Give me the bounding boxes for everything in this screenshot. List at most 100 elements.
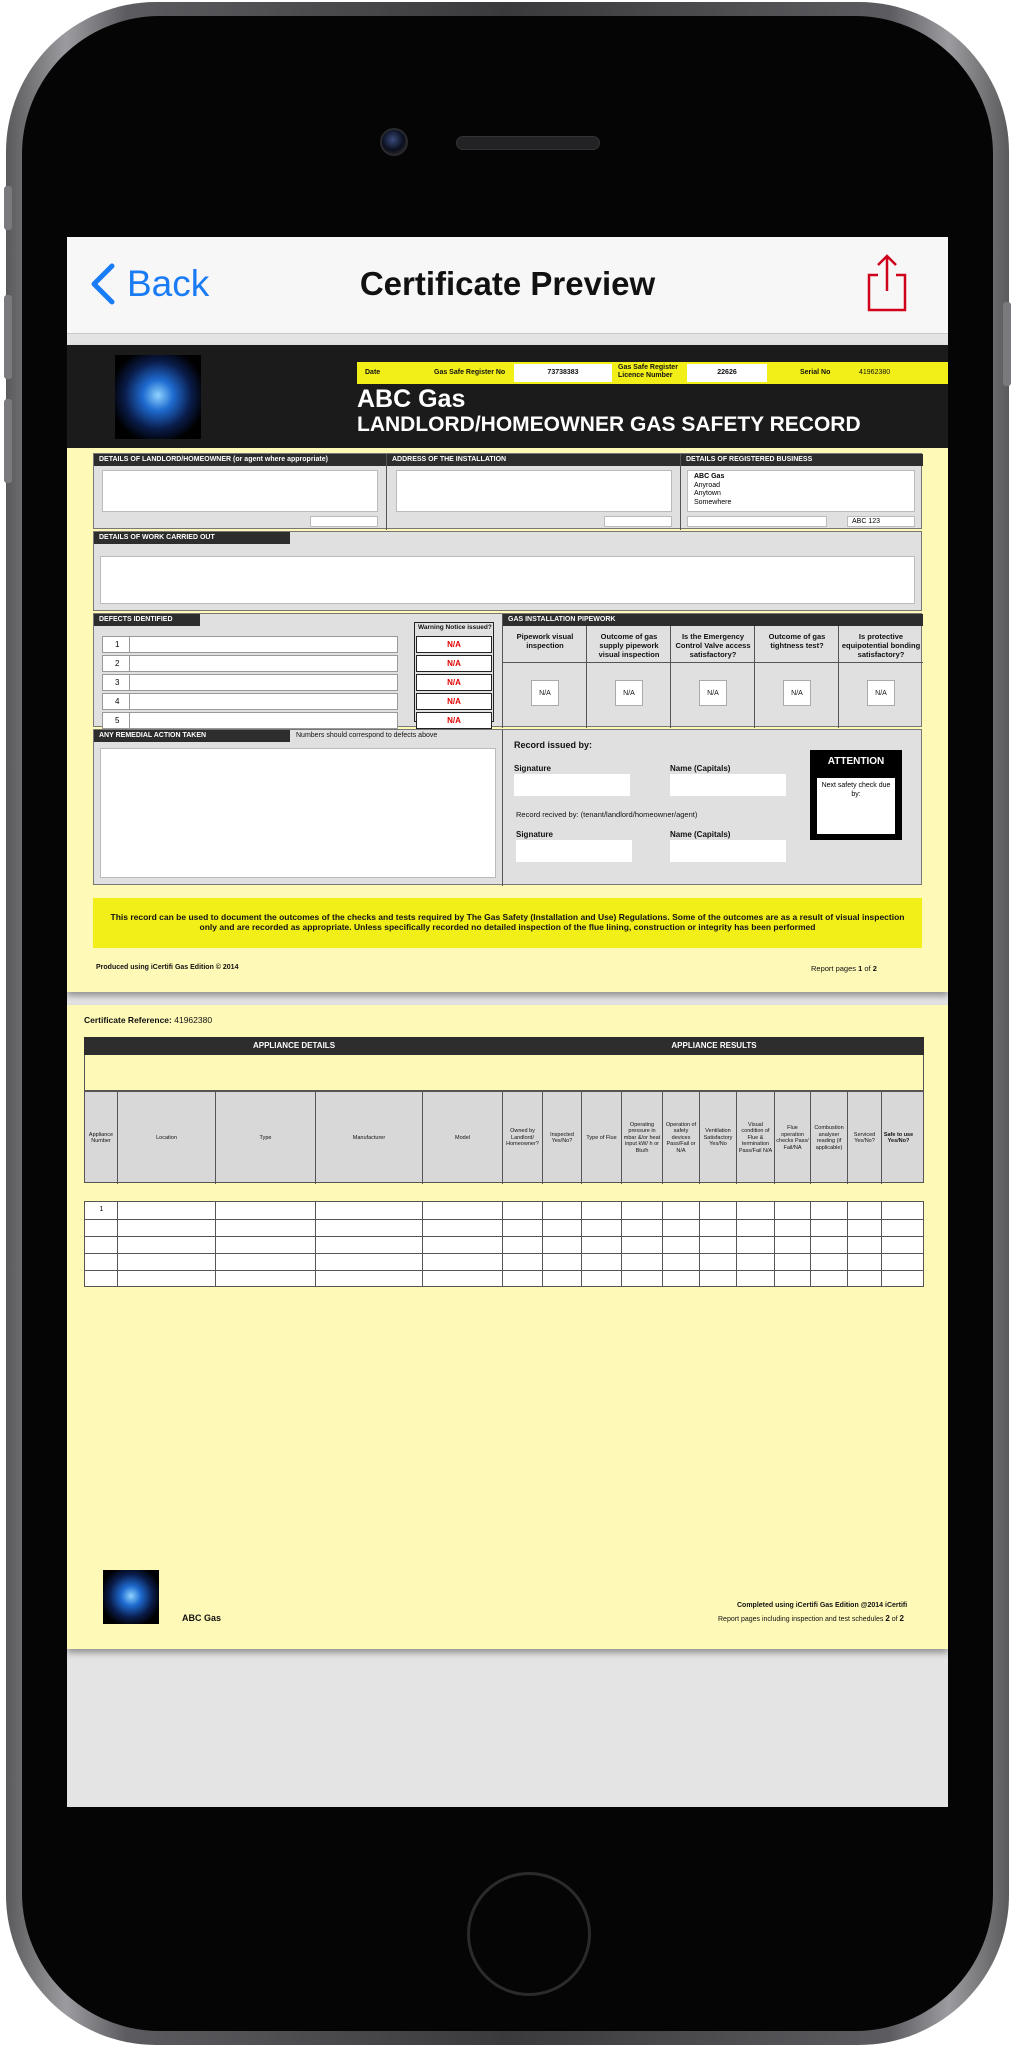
pipework-answer[interactable]: N/A — [699, 680, 727, 706]
table-row[interactable] — [85, 1236, 923, 1253]
attention-title: ATTENTION — [827, 756, 885, 767]
completed-text: Completed using iCertifi Gas Edition @20… — [737, 1602, 908, 1609]
column-header: Type of Flue — [582, 1092, 622, 1184]
pipework-answer[interactable]: N/A — [783, 680, 811, 706]
pipework-question: Outcome of gas supply pipework visual in… — [598, 632, 660, 659]
cert-ref-label: Certificate Reference: — [84, 1015, 172, 1025]
table-row[interactable] — [85, 1219, 923, 1236]
pipework-column: Is protective equipotential bonding sati… — [839, 626, 923, 728]
defects-section: DEFECTS IDENTIFIED 1 2 3 4 5 Warning Notice … — [93, 613, 923, 729]
column-header: Combustion analyser reading (if applicab… — [811, 1092, 848, 1184]
serial-label: Serial No — [800, 369, 831, 376]
signature2-field[interactable] — [516, 840, 632, 862]
column-header: Type — [216, 1092, 316, 1184]
report-pages-label: Report pages — [811, 964, 857, 973]
warning-value[interactable]: N/A — [416, 636, 492, 653]
work-label: DETAILS OF WORK CARRIED OUT — [94, 532, 290, 544]
column-header: Serviced Yes/No? — [848, 1092, 882, 1184]
pipework-answer[interactable]: N/A — [615, 680, 643, 706]
share-button[interactable] — [866, 253, 908, 318]
column-header: Ventilation Satisfactory Yes/No — [700, 1092, 737, 1184]
name2-field[interactable] — [670, 840, 786, 862]
landlord-field[interactable] — [102, 470, 378, 512]
defect-row[interactable]: 3 — [102, 674, 398, 691]
column-header: Operation of safety devices Pass/Fail or… — [663, 1092, 700, 1184]
name-label: Name (Capitals) — [670, 764, 731, 773]
attention-box: ATTENTION Next safety check due by: — [810, 750, 902, 840]
remedial-note: Numbers should correspond to defects abo… — [296, 732, 438, 739]
licence-label: Gas Safe Register Licence Number — [618, 364, 678, 379]
remedial-section: ANY REMEDIAL ACTION TAKEN Numbers should… — [93, 729, 922, 886]
defect-number: 4 — [115, 697, 120, 706]
report-pages: Report pages 1 of 2 — [811, 964, 877, 973]
defects-label: DEFECTS IDENTIFIED — [94, 614, 200, 626]
defect-row[interactable]: 4 — [102, 693, 398, 710]
defect-row[interactable]: 2 — [102, 655, 398, 672]
signature2-label: Signature — [516, 830, 553, 839]
pipework-question: Is the Emergency Control Valve access sa… — [675, 632, 751, 659]
pipework-question: Outcome of gas tightness test? — [768, 632, 826, 650]
appliance-spacer — [84, 1055, 924, 1091]
warning-value[interactable]: N/A — [416, 712, 492, 729]
footer-company: ABC Gas — [182, 1613, 222, 1623]
work-section: DETAILS OF WORK CARRIED OUT — [93, 531, 922, 611]
report-of: of — [864, 964, 871, 973]
gas-flame-logo — [115, 355, 201, 439]
business-extra-field — [687, 516, 827, 527]
home-button[interactable] — [467, 1872, 591, 1996]
licence-value: 22626 — [687, 364, 767, 382]
certificate-header: Date Gas Safe Register No 73738383 Gas S… — [67, 345, 948, 448]
warning-value[interactable]: N/A — [416, 655, 492, 672]
warning-value[interactable]: N/A — [416, 693, 492, 710]
page-title: Certificate Preview — [359, 265, 656, 302]
business-postcode: ABC 123 — [847, 516, 915, 527]
defect-row[interactable]: 5 — [102, 712, 398, 729]
produced-text: Produced using iCertifi Gas Edition © 20… — [96, 964, 239, 971]
report-page-number: 1 — [858, 964, 863, 973]
column-header: Owned by Landlord/ Homeowner? — [503, 1092, 543, 1184]
pipework-column: Outcome of gas supply pipework visual in… — [587, 626, 671, 728]
signature-field[interactable] — [514, 774, 630, 796]
warning-label: Warning Notice issued? — [418, 624, 492, 631]
business-line: Anyroad — [694, 481, 721, 489]
column-header: Safe to use Yes/No? — [883, 1131, 914, 1145]
defect-number: 2 — [115, 659, 120, 668]
details-section: DETAILS OF LANDLORD/HOMEOWNER (or agent … — [93, 453, 923, 530]
business-field: ABC Gas Anyroad Anytown Somewhere — [687, 470, 915, 512]
name-field[interactable] — [670, 774, 786, 796]
remedial-label: ANY REMEDIAL ACTION TAKEN — [94, 730, 290, 742]
address-postcode-field[interactable] — [604, 516, 672, 527]
work-field[interactable] — [100, 556, 915, 604]
landlord-label: DETAILS OF LANDLORD/HOMEOWNER (or agent … — [94, 454, 386, 466]
business-line: Anytown — [694, 490, 721, 497]
pipework-question: Pipework visual inspection — [516, 632, 574, 650]
address-label: ADDRESS OF THE INSTALLATION — [387, 454, 680, 466]
table-row[interactable] — [85, 1253, 923, 1270]
register-value: 73738383 — [514, 364, 612, 382]
column-header: Location — [118, 1092, 216, 1184]
certificate-page-2: Certificate Reference: 41962380 APPLIANC… — [67, 1005, 948, 1649]
remedial-field[interactable] — [100, 748, 496, 878]
pipework-column: Pipework visual inspection N/A — [503, 626, 587, 728]
attention-text: Next safety check due by: — [817, 778, 895, 834]
disclaimer: This record can be used to document the … — [93, 898, 922, 948]
landlord-postcode-field[interactable] — [310, 516, 378, 527]
warning-value[interactable]: N/A — [416, 674, 492, 691]
table-row[interactable] — [85, 1270, 923, 1287]
defect-row[interactable]: 1 — [102, 636, 398, 653]
defect-number: 1 — [115, 640, 120, 649]
serial-value: 41962380 — [859, 369, 891, 376]
screen: Back Certificate Preview Date Gas Safe R… — [67, 237, 948, 1807]
signature-label: Signature — [514, 764, 551, 773]
front-camera — [380, 128, 408, 156]
pipework-answer[interactable]: N/A — [867, 680, 895, 706]
address-field[interactable] — [396, 470, 672, 512]
pipework-answer[interactable]: N/A — [531, 680, 559, 706]
defect-number: 3 — [115, 678, 120, 687]
business-line: ABC Gas — [694, 473, 725, 480]
column-header: Inspected Yes/No? — [543, 1092, 582, 1184]
table-row[interactable]: 1 — [85, 1202, 923, 1219]
gas-flame-logo-small — [103, 1570, 159, 1624]
pipework-column: Outcome of gas tightness test? N/A — [755, 626, 839, 728]
defect-number: 5 — [115, 716, 120, 725]
